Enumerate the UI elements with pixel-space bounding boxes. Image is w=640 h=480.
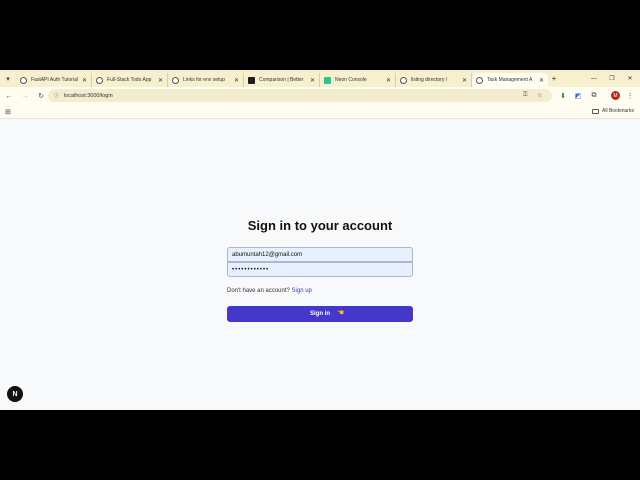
navigation-toolbar: ← → ↻ ⓘ localhost:3000/login ⚿ ☆ ⬇ ◩ ⧉ M… (0, 87, 640, 105)
signup-prompt-text: Don't have an account? (227, 288, 290, 294)
tab-0[interactable]: FastAPI Auth Tutorial ✕ (16, 73, 92, 87)
password-key-icon[interactable]: ⚿ (523, 89, 528, 102)
new-tab-icon[interactable]: + (548, 74, 560, 83)
folder-icon (592, 108, 599, 114)
close-icon[interactable]: ✕ (234, 77, 239, 84)
page-title: Sign in to your account (247, 218, 393, 233)
tab-label: Comparison | Better (259, 77, 304, 83)
reload-icon[interactable]: ↻ (34, 89, 48, 103)
bookmark-star-icon[interactable]: ☆ (537, 89, 542, 102)
tab-3[interactable]: Comparison | Better ✕ (244, 73, 320, 87)
site-info-icon[interactable]: ⓘ (54, 92, 59, 99)
password-field[interactable]: •••••••••••• (227, 262, 413, 277)
close-icon[interactable]: ✕ (82, 77, 87, 84)
url-text: localhost:3000/login (64, 92, 113, 99)
tab-label: listing directory / (411, 77, 448, 83)
all-bookmarks-label: All Bookmarks (602, 108, 634, 114)
hand-cursor-icon: ☚ (337, 308, 345, 317)
tab-4[interactable]: Neon Console ✕ (320, 73, 396, 87)
close-icon[interactable]: ✕ (310, 77, 315, 84)
tab-1[interactable]: Full-Stack Todo App ✕ (92, 73, 168, 87)
tab-label: FastAPI Auth Tutorial (31, 77, 78, 83)
translate-icon[interactable]: ◩ (573, 90, 583, 101)
nextjs-dev-badge[interactable]: N (7, 386, 23, 402)
tab-strip: ▾ FastAPI Auth Tutorial ✕ Full-Stack Todo… (0, 70, 640, 87)
tab-label: Neon Console (335, 77, 367, 83)
minimize-icon[interactable]: — (584, 70, 604, 87)
browser-window: ▾ FastAPI Auth Tutorial ✕ Full-Stack Todo… (0, 70, 640, 410)
globe-icon (20, 76, 27, 84)
signup-link[interactable]: Sign up (292, 288, 312, 294)
globe-icon (476, 76, 483, 84)
email-field[interactable]: abumuntah12@gmail.com (227, 247, 413, 262)
download-icon[interactable]: ⬇ (558, 90, 568, 101)
more-menu-icon[interactable]: ⋮ (625, 90, 635, 101)
tab-label: Task Management A (487, 77, 533, 83)
apps-grid-icon[interactable]: ⊞ (5, 108, 11, 116)
globe-icon (172, 76, 179, 84)
address-bar[interactable]: ⓘ localhost:3000/login ⚿ ☆ (48, 89, 552, 102)
all-bookmarks-button[interactable]: All Bookmarks (592, 108, 634, 114)
globe-icon (96, 76, 103, 84)
extensions-icon[interactable]: ⧉ (589, 90, 599, 101)
tab-label: Links for env setup (183, 77, 225, 83)
close-icon[interactable]: ✕ (386, 77, 391, 84)
globe-icon (400, 76, 407, 84)
bookmarks-bar: ⊞ All Bookmarks (0, 105, 640, 119)
back-icon[interactable]: ← (2, 89, 16, 103)
close-icon[interactable]: ✕ (158, 77, 163, 84)
dark-square-icon (248, 76, 255, 84)
sign-in-button[interactable]: Sign in (227, 306, 413, 322)
tab-6[interactable]: Task Management A ✕ (472, 73, 548, 87)
close-icon[interactable]: ✕ (462, 77, 467, 84)
forward-icon[interactable]: → (18, 89, 32, 103)
close-icon[interactable]: ✕ (539, 77, 544, 84)
maximize-icon[interactable]: ❐ (602, 70, 622, 87)
tab-label: Full-Stack Todo App (107, 77, 152, 83)
tab-search-icon[interactable]: ▾ (0, 70, 16, 87)
close-window-icon[interactable]: ✕ (620, 70, 640, 87)
login-page: Sign in to your account abumuntah12@gmai… (0, 120, 640, 410)
signup-prompt: Don't have an account? Sign up (227, 288, 312, 294)
tab-5[interactable]: listing directory / ✕ (396, 73, 472, 87)
neon-icon (324, 76, 331, 84)
profile-avatar[interactable]: M (611, 91, 620, 100)
tab-2[interactable]: Links for env setup ✕ (168, 73, 244, 87)
